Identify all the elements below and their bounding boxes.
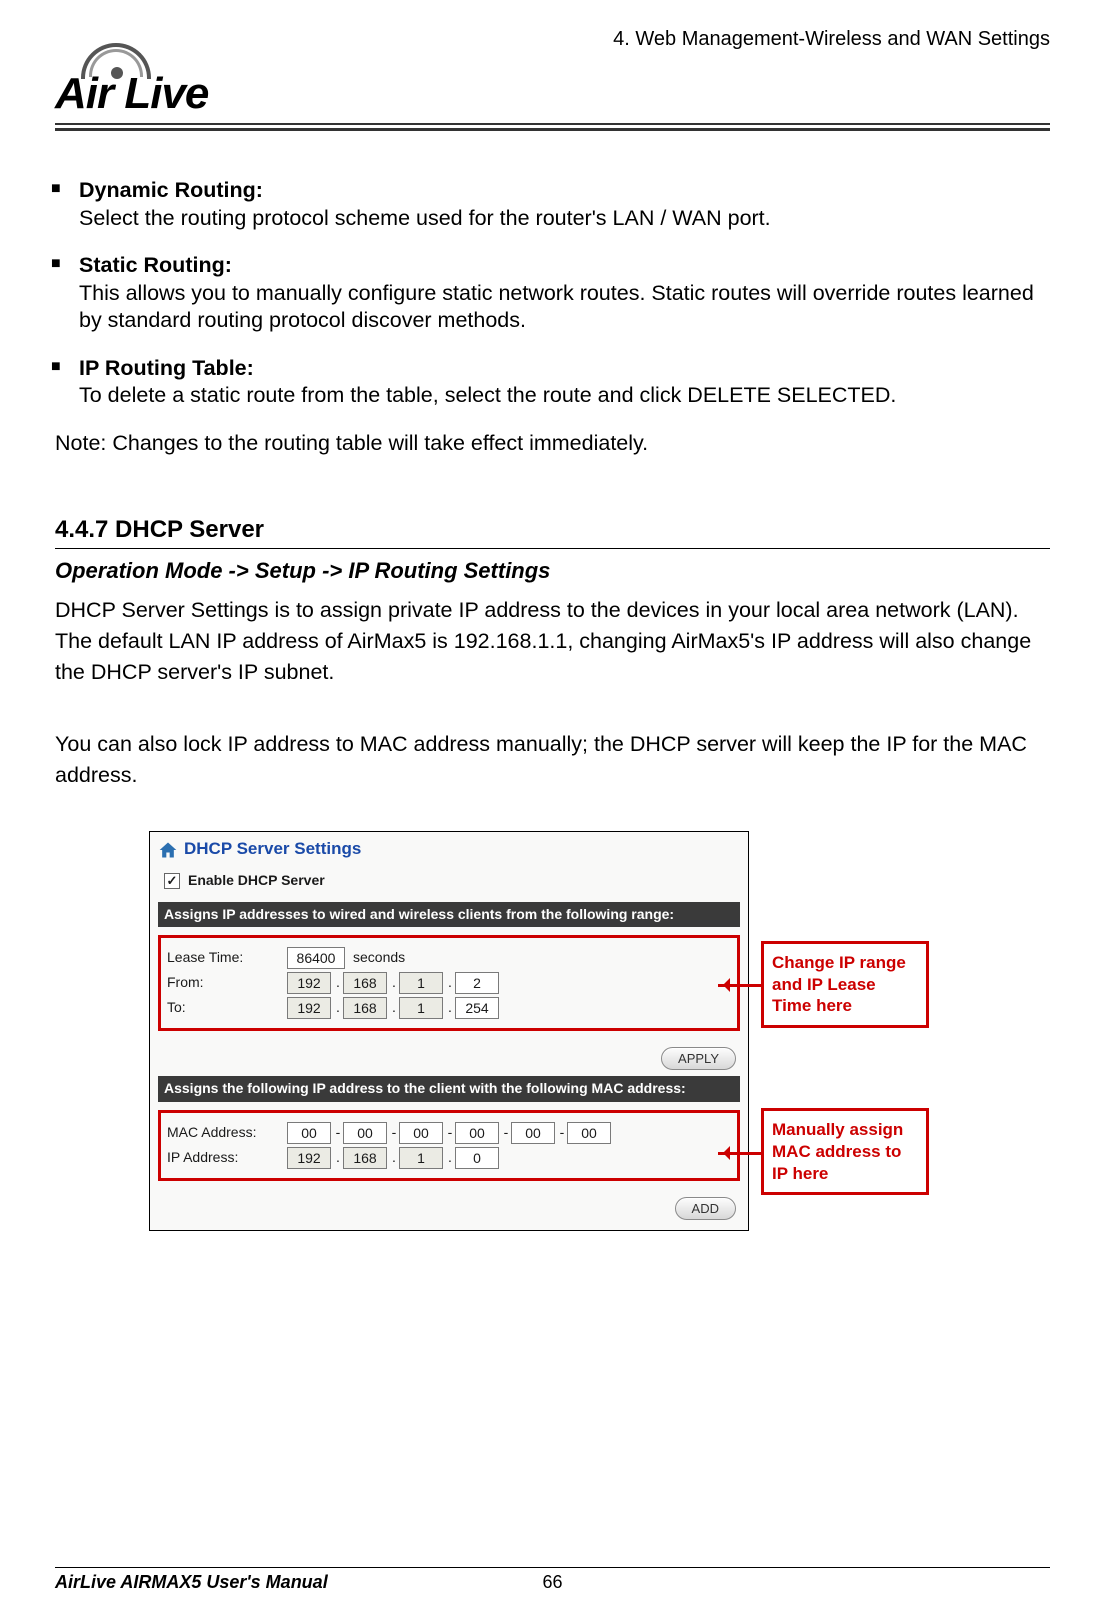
to-ip-oct2[interactable]: 168 — [343, 997, 387, 1019]
divider-bottom — [55, 128, 1050, 131]
bullet-body: Select the routing protocol scheme used … — [79, 205, 1050, 233]
section-breadcrumb: Operation Mode -> Setup -> IP Routing Se… — [55, 557, 1050, 585]
logo-row: Air Live — [55, 57, 1050, 119]
divider-top — [55, 123, 1050, 125]
ip-oct1[interactable]: 192 — [287, 1147, 331, 1169]
mac-oct4[interactable]: 00 — [455, 1122, 499, 1144]
ip-dot: . — [445, 974, 455, 992]
ip-dot: . — [333, 999, 343, 1017]
add-button[interactable]: ADD — [675, 1197, 736, 1220]
from-ip-oct1[interactable]: 192 — [287, 972, 331, 994]
lease-time-input[interactable]: 86400 — [287, 947, 345, 969]
lease-time-row: Lease Time: 86400 seconds — [167, 947, 731, 969]
ip-dot: . — [445, 1149, 455, 1167]
dhcp-panel-title: DHCP Server Settings — [158, 838, 740, 860]
bullet-body: This allows you to manually configure st… — [79, 280, 1050, 335]
ip-address-row: IP Address: 192. 168. 1. 0 — [167, 1147, 731, 1169]
bullet-title: Static Routing: — [79, 252, 1050, 280]
to-ip-oct1[interactable]: 192 — [287, 997, 331, 1019]
mac-dash: - — [389, 1124, 399, 1142]
ip-dot: . — [389, 999, 399, 1017]
callouts-column: Change IP range and IP Lease Time here M… — [761, 941, 929, 1196]
dhcp-figure-wrap: DHCP Server Settings ✓ Enable DHCP Serve… — [149, 831, 1050, 1231]
callout-mac-assign: Manually assign MAC address to IP here — [761, 1108, 929, 1195]
dhcp-title-text: DHCP Server Settings — [184, 838, 361, 860]
page-footer: AirLive AIRMAX5 User's Manual 66 — [55, 1567, 1050, 1593]
lease-time-label: Lease Time: — [167, 949, 287, 967]
callout-text: Manually assign MAC address to IP here — [772, 1120, 903, 1183]
arrow-icon — [718, 1152, 764, 1155]
callout-text: Change IP range and IP Lease Time here — [772, 953, 906, 1016]
callout-ip-range: Change IP range and IP Lease Time here — [761, 941, 929, 1028]
ip-oct3[interactable]: 1 — [399, 1147, 443, 1169]
home-icon — [158, 840, 178, 858]
from-ip-oct2[interactable]: 168 — [343, 972, 387, 994]
bullet-title: Dynamic Routing: — [79, 177, 1050, 205]
enable-dhcp-label: Enable DHCP Server — [188, 872, 325, 890]
mac-oct1[interactable]: 00 — [287, 1122, 331, 1144]
content-area: Dynamic Routing: Select the routing prot… — [55, 177, 1050, 1231]
to-ip-row: To: 192. 168. 1. 254 — [167, 997, 731, 1019]
to-ip-oct4[interactable]: 254 — [455, 997, 499, 1019]
add-button-row: ADD — [158, 1191, 740, 1222]
apply-button-row: APPLY — [158, 1041, 740, 1072]
logo-dot-icon — [111, 67, 123, 79]
bullet-dynamic-routing: Dynamic Routing: Select the routing prot… — [79, 177, 1050, 232]
to-ip-oct3[interactable]: 1 — [399, 997, 443, 1019]
from-ip-row: From: 192. 168. 1. 2 — [167, 972, 731, 994]
enable-dhcp-row: ✓ Enable DHCP Server — [164, 872, 740, 890]
to-label: To: — [167, 999, 287, 1017]
arrow-icon — [718, 984, 764, 987]
bullet-static-routing: Static Routing: This allows you to manua… — [79, 252, 1050, 335]
ip-range-group: Lease Time: 86400 seconds From: 192. 168… — [158, 935, 740, 1031]
from-ip-oct4[interactable]: 2 — [455, 972, 499, 994]
bullet-ip-routing-table: IP Routing Table: To delete a static rou… — [79, 355, 1050, 410]
ip-dot: . — [333, 1149, 343, 1167]
mac-oct6[interactable]: 00 — [567, 1122, 611, 1144]
bullet-body: To delete a static route from the table,… — [79, 382, 1050, 410]
ip-label: IP Address: — [167, 1149, 287, 1167]
from-ip-oct3[interactable]: 1 — [399, 972, 443, 994]
note-text: Note: Changes to the routing table will … — [55, 430, 1050, 458]
apply-button[interactable]: APPLY — [661, 1047, 736, 1070]
mac-dash: - — [445, 1124, 455, 1142]
chapter-header: 4. Web Management-Wireless and WAN Setti… — [55, 28, 1050, 51]
ip-dot: . — [389, 974, 399, 992]
section-para-1: DHCP Server Settings is to assign privat… — [55, 595, 1050, 689]
ip-dot: . — [389, 1149, 399, 1167]
footer-title: AirLive AIRMAX5 User's Manual — [55, 1572, 328, 1593]
page-number: 66 — [542, 1572, 562, 1593]
ip-oct4[interactable]: 0 — [455, 1147, 499, 1169]
mac-dash: - — [333, 1124, 343, 1142]
mac-dash: - — [557, 1124, 567, 1142]
bullet-title: IP Routing Table: — [79, 355, 1050, 383]
section-heading: 4.4.7 DHCP Server — [55, 515, 1050, 549]
ip-dot: . — [445, 999, 455, 1017]
mac-dash: - — [501, 1124, 511, 1142]
enable-dhcp-checkbox[interactable]: ✓ — [164, 873, 180, 889]
lease-time-unit: seconds — [353, 949, 405, 967]
mac-oct3[interactable]: 00 — [399, 1122, 443, 1144]
mac-oct5[interactable]: 00 — [511, 1122, 555, 1144]
mac-assign-group: MAC Address: 00- 00- 00- 00- 00- 00 IP A… — [158, 1110, 740, 1181]
mac-band-header: Assigns the following IP address to the … — [158, 1076, 740, 1102]
dhcp-settings-panel: DHCP Server Settings ✓ Enable DHCP Serve… — [149, 831, 749, 1231]
from-label: From: — [167, 974, 287, 992]
mac-address-row: MAC Address: 00- 00- 00- 00- 00- 00 — [167, 1122, 731, 1144]
section-para-2: You can also lock IP address to MAC addr… — [55, 729, 1050, 791]
range-band-header: Assigns IP addresses to wired and wirele… — [158, 902, 740, 928]
airlive-logo: Air Live — [55, 57, 283, 119]
mac-label: MAC Address: — [167, 1124, 287, 1142]
ip-dot: . — [333, 974, 343, 992]
mac-oct2[interactable]: 00 — [343, 1122, 387, 1144]
ip-oct2[interactable]: 168 — [343, 1147, 387, 1169]
